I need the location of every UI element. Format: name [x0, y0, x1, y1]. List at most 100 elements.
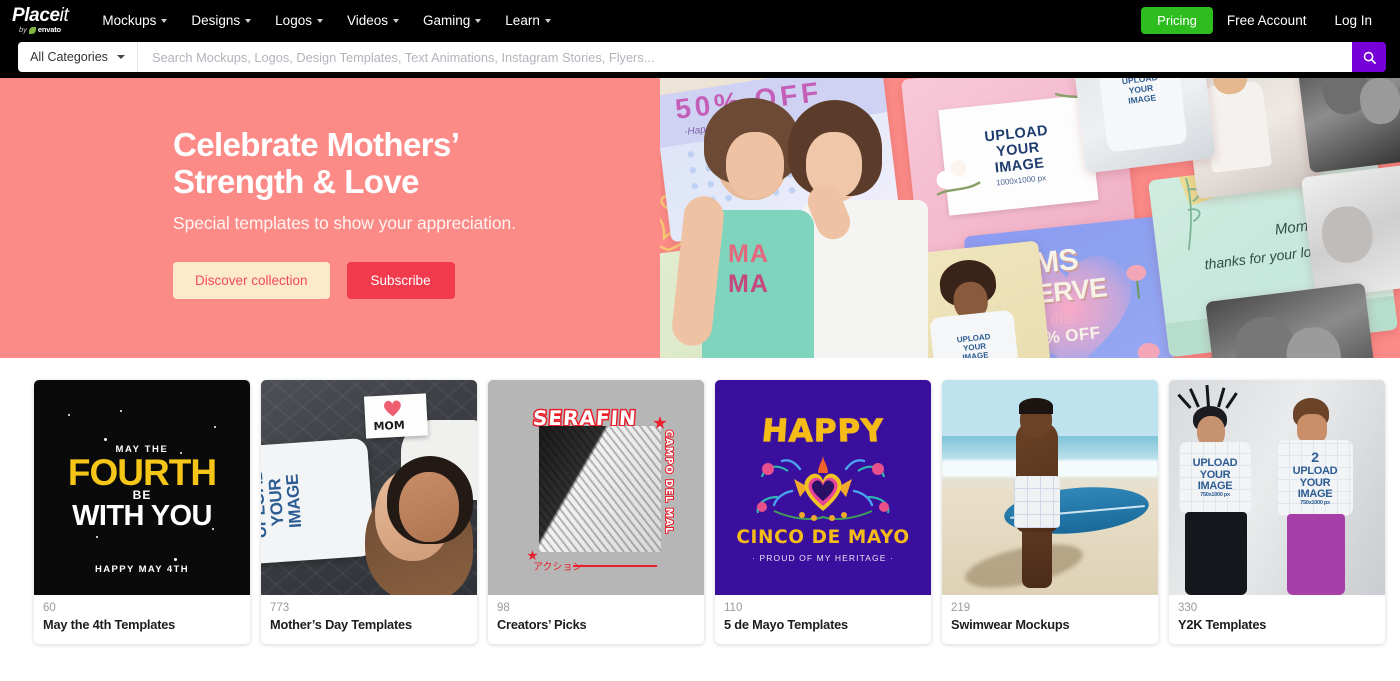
card-image: MAY THE FOURTH BE WITH YOU HAPPY MAY 4TH [34, 380, 250, 595]
nav-item-logos[interactable]: Logos [263, 0, 335, 40]
chevron-down-icon [475, 19, 482, 23]
flower-cluster-icon [936, 160, 981, 196]
nav-item-learn[interactable]: Learn [493, 0, 563, 40]
template-card-5-de-mayo[interactable]: HAPPY CINCO DE MAYO · PROUD OF MY HERITA… [715, 380, 931, 644]
card-art-size: 750x1000 px [1200, 491, 1230, 498]
card-art-line-2: CINCO DE MAYO [736, 526, 910, 548]
heart-icon [384, 400, 401, 417]
shirt-mockup: UPLOAD YOUR IMAGE [261, 437, 375, 565]
card-art-side-text: CAMPO DEL MAL [662, 429, 675, 535]
hero-copy-block: Celebrate Mothers’ Strength & Love Speci… [173, 126, 516, 299]
nav-label: Mockups [102, 12, 157, 28]
card-meta: 60 May the 4th Templates [34, 595, 250, 644]
card-art-line-3b: IMAGE [1297, 488, 1333, 501]
card-image: HAPPY CINCO DE MAYO · PROUD OF MY HERITA… [715, 380, 931, 595]
template-card-y2k[interactable]: UPLOAD YOUR IMAGE 750x1000 px 2 UPLOAD Y… [1169, 380, 1385, 644]
pricing-button[interactable]: Pricing [1141, 6, 1213, 34]
chevron-down-icon [316, 19, 323, 23]
search-icon [1363, 51, 1376, 64]
card-image: SERAFIN CAMPO DEL MAL アクション [488, 380, 704, 595]
search-bar-row: All Categories [0, 40, 1400, 78]
mom-note: MOM [363, 393, 429, 439]
discover-collection-button[interactable]: Discover collection [173, 261, 330, 299]
chevron-down-icon [393, 19, 400, 23]
log-in-link[interactable]: Log In [1320, 13, 1386, 28]
card-count: 110 [724, 602, 743, 614]
hero-mama-line1: MA [728, 240, 769, 268]
chevron-down-icon [245, 19, 252, 23]
template-cards-row: MAY THE FOURTH BE WITH YOU HAPPY MAY 4TH… [0, 380, 1400, 644]
logo-byline: by envato [19, 26, 61, 34]
template-card-mothers-day[interactable]: UPLOAD YOUR IMAGE MOM 773 Mother’s Day T… [261, 380, 477, 644]
template-categories-section: MAY THE FOURTH BE WITH YOU HAPPY MAY 4TH… [0, 358, 1400, 678]
card-meta: 773 Mother’s Day Templates [261, 595, 477, 644]
logo-wordmark: Placeit [12, 5, 69, 27]
card-count: 219 [951, 602, 971, 614]
hero-title: Celebrate Mothers’ Strength & Love [173, 126, 460, 201]
free-account-link[interactable]: Free Account [1213, 13, 1321, 28]
card-art-shirt-text: UPLOAD YOUR IMAGE [261, 468, 306, 539]
subscribe-button[interactable]: Subscribe [346, 261, 455, 299]
primary-nav-links: Mockups Designs Logos Videos Gaming Lear… [90, 0, 562, 40]
nav-item-gaming[interactable]: Gaming [411, 0, 493, 40]
logo-word-place: Place [12, 5, 60, 27]
card-meta: 110 5 de Mayo Templates [715, 595, 931, 644]
card-image: UPLOAD YOUR IMAGE MOM [261, 380, 477, 595]
card-meta: 219 Swimwear Mockups [942, 595, 1158, 644]
card-meta: 98 Creators’ Picks [488, 595, 704, 644]
card-count: 330 [1178, 602, 1198, 614]
card-art-line-1: UPLOAD [1192, 457, 1238, 469]
hero-banner: Celebrate Mothers’ Strength & Love Speci… [0, 78, 1400, 358]
card-count: 60 [43, 602, 56, 614]
ornament-icon [756, 454, 890, 521]
nav-label: Designs [191, 12, 241, 28]
logo-by-text: by [19, 25, 27, 35]
template-card-may-the-4th[interactable]: MAY THE FOURTH BE WITH YOU HAPPY MAY 4TH… [34, 380, 250, 644]
card-image [942, 380, 1158, 595]
card-title: Y2K Templates [1178, 617, 1267, 632]
card-art-note-text: MOM [373, 418, 406, 434]
card-art-line-1b: UPLOAD [1292, 465, 1338, 477]
card-count: 98 [497, 602, 510, 614]
logo-envato-text: envato [37, 25, 61, 35]
hero-mother-daughter-photo: MA MA [660, 88, 930, 358]
template-card-creators-picks[interactable]: SERAFIN CAMPO DEL MAL アクション 98 Creators’… [488, 380, 704, 644]
search-input[interactable] [138, 42, 1352, 72]
chevron-down-icon [116, 55, 125, 59]
nav-item-mockups[interactable]: Mockups [90, 0, 179, 40]
card-art-badge: 2 [1311, 449, 1319, 465]
card-art-line-5: HAPPY MAY 4TH [94, 564, 190, 575]
card-art-line-1: HAPPY [759, 413, 887, 450]
card-title: May the 4th Templates [43, 617, 176, 632]
card-art-line-2: FOURTH [67, 451, 217, 493]
hero-shirt-tile-upload: UPLOAD YOUR IMAGE [1070, 78, 1216, 174]
hero-subtitle: Special templates to show your appreciat… [173, 212, 516, 233]
hero-photo-tile-bw [1294, 78, 1400, 174]
nav-item-designs[interactable]: Designs [179, 0, 263, 40]
hero-button-group: Discover collection Subscribe [173, 261, 516, 299]
category-dropdown[interactable]: All Categories [18, 42, 138, 72]
papel-picado-ornament [748, 453, 898, 525]
hero-photo-tile-bw-2 [1301, 163, 1400, 299]
card-count: 773 [270, 602, 290, 614]
search-submit-button[interactable] [1352, 42, 1386, 72]
search-box: All Categories [18, 42, 1352, 72]
card-title: 5 de Mayo Templates [724, 617, 848, 632]
category-dropdown-label: All Categories [30, 50, 108, 64]
card-art-line-4: WITH YOU [72, 500, 212, 533]
top-navigation-bar: Placeit by envato Mockups Designs Logos … [0, 0, 1400, 40]
nav-item-videos[interactable]: Videos [335, 0, 411, 40]
nav-label: Learn [505, 12, 540, 28]
chevron-down-icon [161, 19, 168, 23]
chevron-down-icon [544, 19, 551, 23]
card-art-line-3: IMAGE [1197, 480, 1233, 493]
card-title: Creators’ Picks [497, 617, 587, 632]
placeit-logo[interactable]: Placeit by envato [12, 5, 69, 34]
logo-word-it: it [59, 5, 69, 27]
nav-label: Videos [346, 12, 389, 28]
nav-label: Gaming [423, 12, 471, 28]
card-image: UPLOAD YOUR IMAGE 750x1000 px 2 UPLOAD Y… [1169, 380, 1385, 595]
hero-mama-line2: MA [728, 270, 769, 298]
template-card-swimwear[interactable]: 219 Swimwear Mockups [942, 380, 1158, 644]
hero-artwork-collage: 50% OFF ·Happy Mother’s Day!· UPLOAD YOU… [660, 78, 1400, 358]
